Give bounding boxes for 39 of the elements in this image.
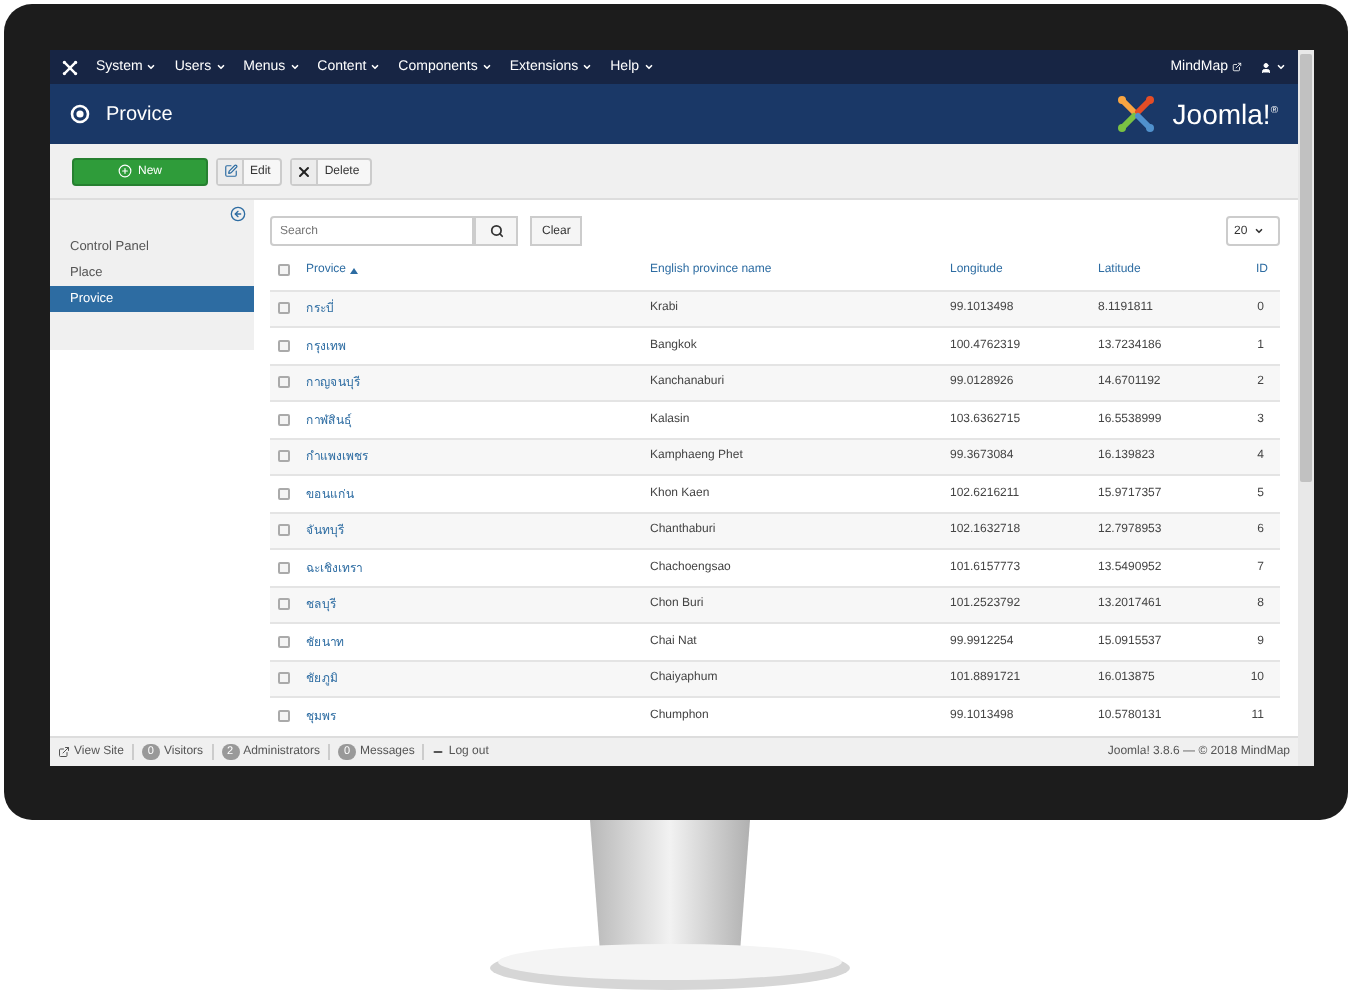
checkbox[interactable] bbox=[278, 339, 290, 352]
user-menu[interactable] bbox=[1260, 61, 1286, 73]
logo-icon bbox=[1116, 94, 1157, 134]
checkbox[interactable] bbox=[278, 561, 290, 574]
caret-icon bbox=[481, 62, 492, 72]
close-icon bbox=[296, 163, 313, 179]
external-link-icon bbox=[1232, 62, 1242, 72]
checkbox[interactable] bbox=[278, 302, 290, 315]
checkbox[interactable] bbox=[278, 709, 290, 722]
checkbox[interactable] bbox=[278, 672, 290, 685]
caret-icon bbox=[370, 62, 381, 72]
checkbox[interactable] bbox=[278, 635, 290, 648]
page-title: Provice bbox=[106, 103, 173, 125]
scrollbar[interactable] bbox=[1298, 50, 1314, 766]
checkbox[interactable] bbox=[278, 376, 290, 389]
checkbox[interactable] bbox=[278, 487, 290, 500]
caret-icon bbox=[215, 62, 226, 72]
caret-icon bbox=[146, 62, 157, 72]
caret-icon bbox=[643, 62, 654, 72]
pencil-icon bbox=[223, 164, 237, 178]
logo-text: Joomla!$^{®}$ bbox=[1172, 98, 1278, 130]
search-button[interactable] bbox=[474, 216, 518, 246]
search-icon bbox=[489, 224, 503, 238]
caret-icon bbox=[1276, 62, 1286, 72]
user-icon bbox=[1260, 61, 1272, 73]
checkbox[interactable] bbox=[278, 450, 290, 463]
caret-icon bbox=[582, 62, 593, 72]
checkbox[interactable] bbox=[278, 524, 290, 537]
checkbox[interactable] bbox=[278, 598, 290, 611]
minus-icon bbox=[432, 746, 445, 758]
caret-icon bbox=[1253, 226, 1264, 236]
plus-icon bbox=[117, 164, 132, 178]
external-link-icon bbox=[58, 746, 70, 758]
checkbox[interactable] bbox=[278, 264, 290, 277]
sort-caret-icon bbox=[350, 267, 359, 274]
checkbox[interactable] bbox=[278, 413, 290, 426]
target-icon bbox=[70, 104, 90, 124]
caret-icon bbox=[289, 62, 300, 72]
collapse-icon bbox=[230, 206, 246, 222]
